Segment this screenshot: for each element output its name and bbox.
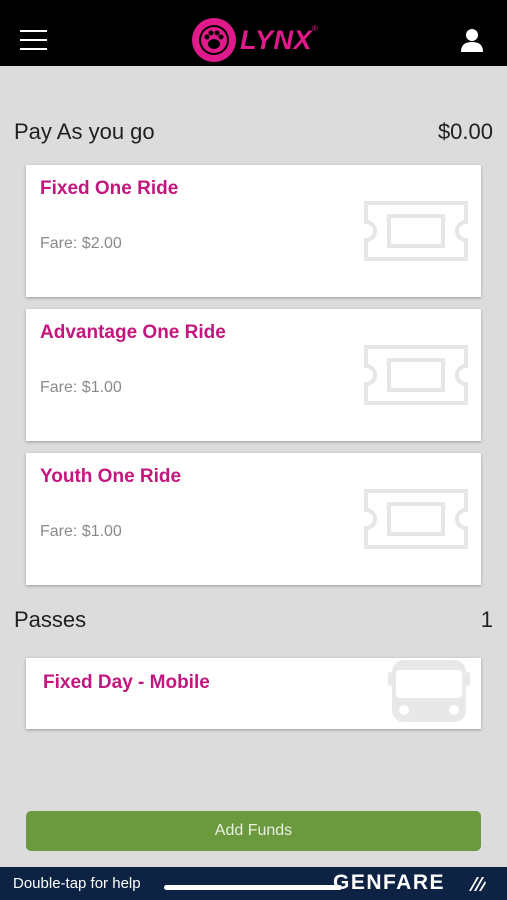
help-hint: Double-tap for help — [13, 875, 141, 892]
fare-card-price: Fare: $1.00 — [40, 379, 122, 396]
hamburger-menu-icon[interactable] — [20, 30, 48, 50]
top-bar: LYNX ® — [0, 0, 507, 66]
logo-text: LYNX — [240, 24, 313, 55]
section-title: Passes — [14, 607, 87, 632]
bus-icon — [388, 660, 470, 722]
fare-card-fixed-one-ride[interactable]: Fixed One Ride Fare: $2.00 — [26, 165, 481, 297]
fare-card-price: Fare: $1.00 — [40, 523, 122, 540]
fare-card-title: Advantage One Ride — [40, 322, 226, 343]
genfare-mark-icon — [469, 877, 486, 891]
user-icon[interactable] — [458, 26, 486, 54]
logo-trademark: ® — [312, 24, 318, 33]
genfare-logo-text: GENFARE — [333, 871, 446, 894]
passes-header: Passes 1 — [14, 607, 493, 633]
footer-bar: Double-tap for help GENFARE — [0, 867, 507, 900]
paw-icon — [192, 18, 236, 62]
passes-count: 1 — [480, 607, 493, 632]
pass-card-title: Fixed Day - Mobile — [43, 672, 210, 693]
ticket-icon — [364, 201, 468, 261]
pass-card-fixed-day-mobile[interactable]: Fixed Day - Mobile — [26, 658, 481, 729]
fare-card-price: Fare: $2.00 — [40, 235, 122, 252]
add-funds-button[interactable]: Add Funds — [26, 811, 481, 851]
section-title: Pay As you go — [14, 119, 155, 144]
pay-as-you-go-header: Pay As you go $0.00 — [14, 119, 493, 145]
ticket-icon — [364, 345, 468, 405]
fare-card-youth-one-ride[interactable]: Youth One Ride Fare: $1.00 — [26, 453, 481, 585]
fare-card-title: Fixed One Ride — [40, 178, 179, 199]
ticket-icon — [364, 489, 468, 549]
fare-card-title: Youth One Ride — [40, 466, 182, 487]
lynx-logo: LYNX ® — [192, 18, 318, 62]
home-indicator[interactable] — [164, 885, 342, 890]
balance-value: $0.00 — [437, 119, 493, 144]
fare-card-advantage-one-ride[interactable]: Advantage One Ride Fare: $1.00 — [26, 309, 481, 441]
